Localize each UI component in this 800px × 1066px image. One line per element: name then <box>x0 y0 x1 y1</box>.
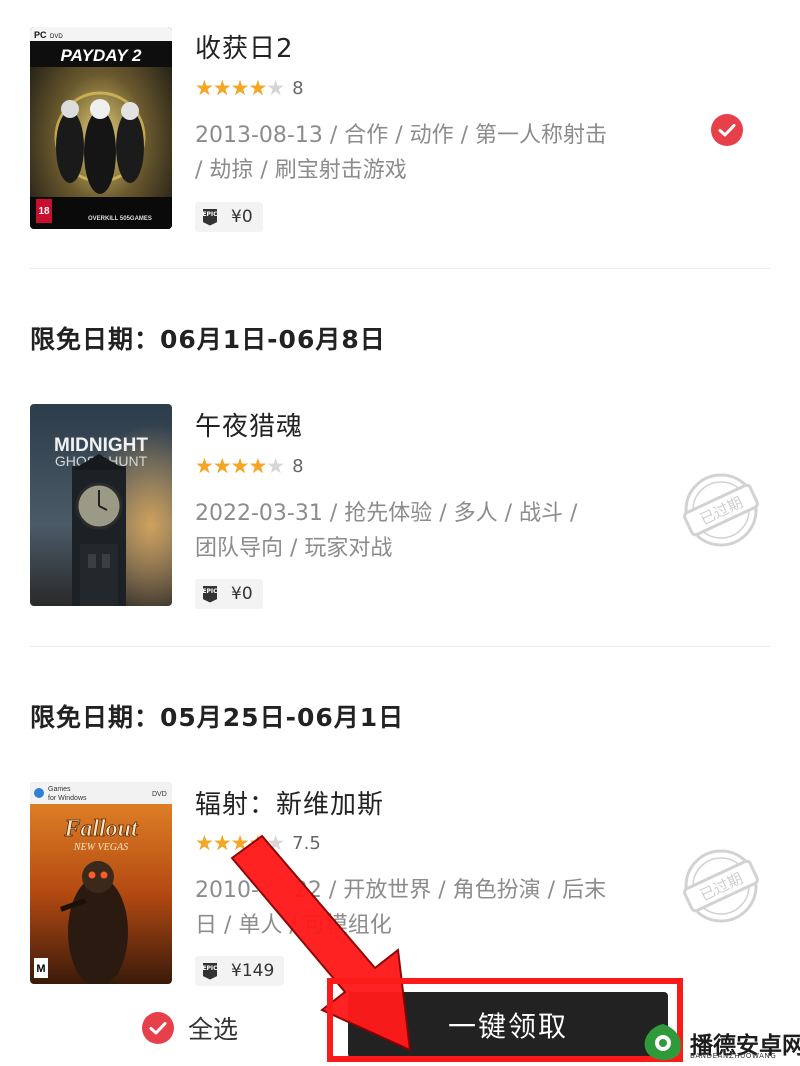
annotation-arrow-icon <box>230 834 412 1052</box>
watermark-logo-icon <box>644 1024 681 1060</box>
annotation-highlight-frame <box>327 978 683 1062</box>
watermark-subtitle: BANDEANZHUOWANG <box>690 1052 777 1060</box>
